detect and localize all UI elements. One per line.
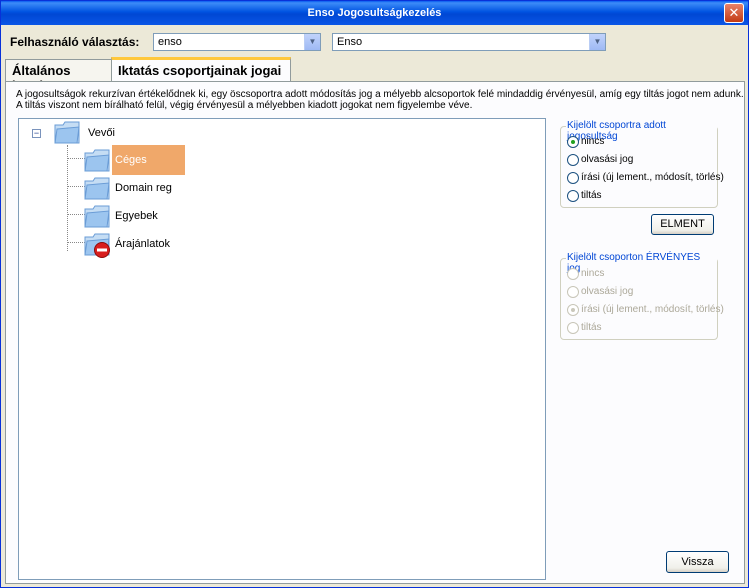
assigned-rights-group: Kijelölt csoportra adott jogosultság nin…: [560, 120, 724, 208]
tab-bar: Általános jogok Iktatás csoportjainak jo…: [5, 57, 745, 93]
folder-forbidden-icon: [84, 233, 110, 258]
radio-label: nincs: [581, 268, 605, 279]
chevron-down-icon[interactable]: ▼: [304, 34, 320, 50]
group-tree[interactable]: − Vevői Céges papírok Domain reg Egyebek: [18, 118, 546, 580]
radio-checked-icon: [567, 304, 579, 316]
radio-label: olvasási jog: [581, 286, 634, 297]
radio-icon[interactable]: [567, 154, 579, 166]
tree-line: [67, 145, 68, 251]
permissions-window: Enso Jogosultságkezelés ✕ Felhasználó vá…: [0, 0, 749, 588]
tab-filing-group-rights[interactable]: Iktatás csoportjainak jogai: [111, 57, 291, 81]
radio-label: nincs: [581, 136, 605, 147]
radio-icon: [567, 268, 579, 280]
user-name-value: Enso: [337, 36, 363, 48]
folder-icon: [84, 149, 110, 172]
info-line-1: A jogosultságok rekurzívan értékelődnek …: [16, 89, 744, 100]
user-name-select[interactable]: Enso ▼: [332, 33, 606, 51]
tree-node-arajanlatok[interactable]: Árajánlatok: [112, 236, 173, 252]
tab-general-rights[interactable]: Általános jogok: [5, 59, 112, 93]
radio-icon[interactable]: [567, 190, 579, 202]
close-button[interactable]: ✕: [724, 3, 744, 23]
tree-node-root[interactable]: Vevői: [85, 125, 118, 141]
folder-icon: [84, 205, 110, 228]
tree-node-domain-reg[interactable]: Domain reg: [112, 180, 175, 196]
radio-label: írási (új lement., módosít, törlés): [581, 304, 724, 315]
radio-icon[interactable]: [567, 172, 579, 184]
title-bar[interactable]: Enso Jogosultságkezelés ✕: [1, 1, 748, 25]
tree-node-ceges-papirok[interactable]: Céges papírok: [112, 145, 185, 192]
back-button[interactable]: Vissza: [666, 551, 729, 573]
tree-node-egyebek[interactable]: Egyebek: [112, 208, 161, 224]
info-line-2: A tiltás viszont nem bírálható felül, vé…: [16, 100, 473, 111]
tab-panel: A jogosultságok rekurzívan értékelődnek …: [5, 81, 745, 584]
folder-icon: [84, 177, 110, 200]
radio-label: tiltás: [581, 322, 602, 333]
collapse-icon[interactable]: −: [32, 129, 41, 138]
radio-label: írási (új lement., módosít, törlés): [581, 172, 724, 183]
radio-label: tiltás: [581, 190, 602, 201]
radio-checked-icon[interactable]: [567, 136, 579, 148]
radio-label: olvasási jog: [581, 154, 634, 165]
save-button[interactable]: ELMENT: [651, 214, 714, 235]
folder-icon: [54, 121, 80, 144]
effective-rights-group: Kijelölt csoporton ÉRVÉNYES jog nincs ol…: [560, 252, 724, 340]
chevron-down-icon[interactable]: ▼: [589, 34, 605, 50]
radio-icon: [567, 322, 579, 334]
info-text: A jogosultságok rekurzívan értékelődnek …: [16, 89, 744, 111]
user-login-value: enso: [158, 36, 182, 48]
radio-icon: [567, 286, 579, 298]
user-login-select[interactable]: enso ▼: [153, 33, 321, 51]
window-title: Enso Jogosultságkezelés: [307, 7, 442, 19]
user-selection-row: Felhasználó választás: enso ▼ Enso ▼: [9, 31, 739, 53]
user-select-label: Felhasználó választás:: [10, 35, 140, 49]
